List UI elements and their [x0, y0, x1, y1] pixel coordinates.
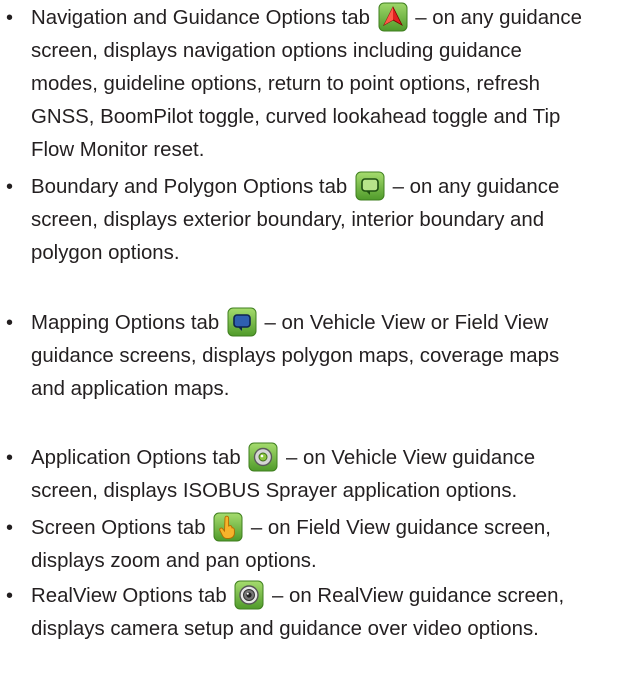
- mapping-icon: [227, 307, 257, 337]
- item-text: Boundary and Polygon Options tab – on an…: [31, 171, 623, 270]
- item-text: Screen Options tab – on Field View guida…: [31, 512, 623, 578]
- bullet: •: [6, 447, 14, 469]
- bullet: •: [6, 312, 14, 334]
- item-text: Mapping Options tab – on Vehicle View or…: [31, 307, 623, 406]
- tab-name: Boundary and Polygon Options tab: [31, 176, 348, 198]
- item-text: Navigation and Guidance Options tab – on…: [31, 2, 623, 167]
- boundary-polygon-icon: [355, 171, 385, 201]
- hand-pointer-icon: [213, 512, 243, 542]
- tab-name: Screen Options tab: [31, 517, 206, 539]
- tab-name: Application Options tab: [31, 447, 241, 469]
- camera-lens-icon: [234, 580, 264, 610]
- navigation-arrow-icon: [378, 2, 408, 32]
- tab-name: Navigation and Guidance Options tab: [31, 7, 370, 29]
- tab-name: RealView Options tab: [31, 585, 227, 607]
- bullet: •: [6, 517, 14, 539]
- item-text: Application Options tab – on Vehicle Vie…: [31, 442, 623, 508]
- item-text: RealView Options tab – on RealView guida…: [31, 580, 623, 646]
- application-nozzle-icon: [248, 442, 278, 472]
- bullet: •: [6, 176, 14, 198]
- bullet: •: [6, 7, 14, 29]
- bullet: •: [6, 585, 14, 607]
- tab-name: Mapping Options tab: [31, 312, 220, 334]
